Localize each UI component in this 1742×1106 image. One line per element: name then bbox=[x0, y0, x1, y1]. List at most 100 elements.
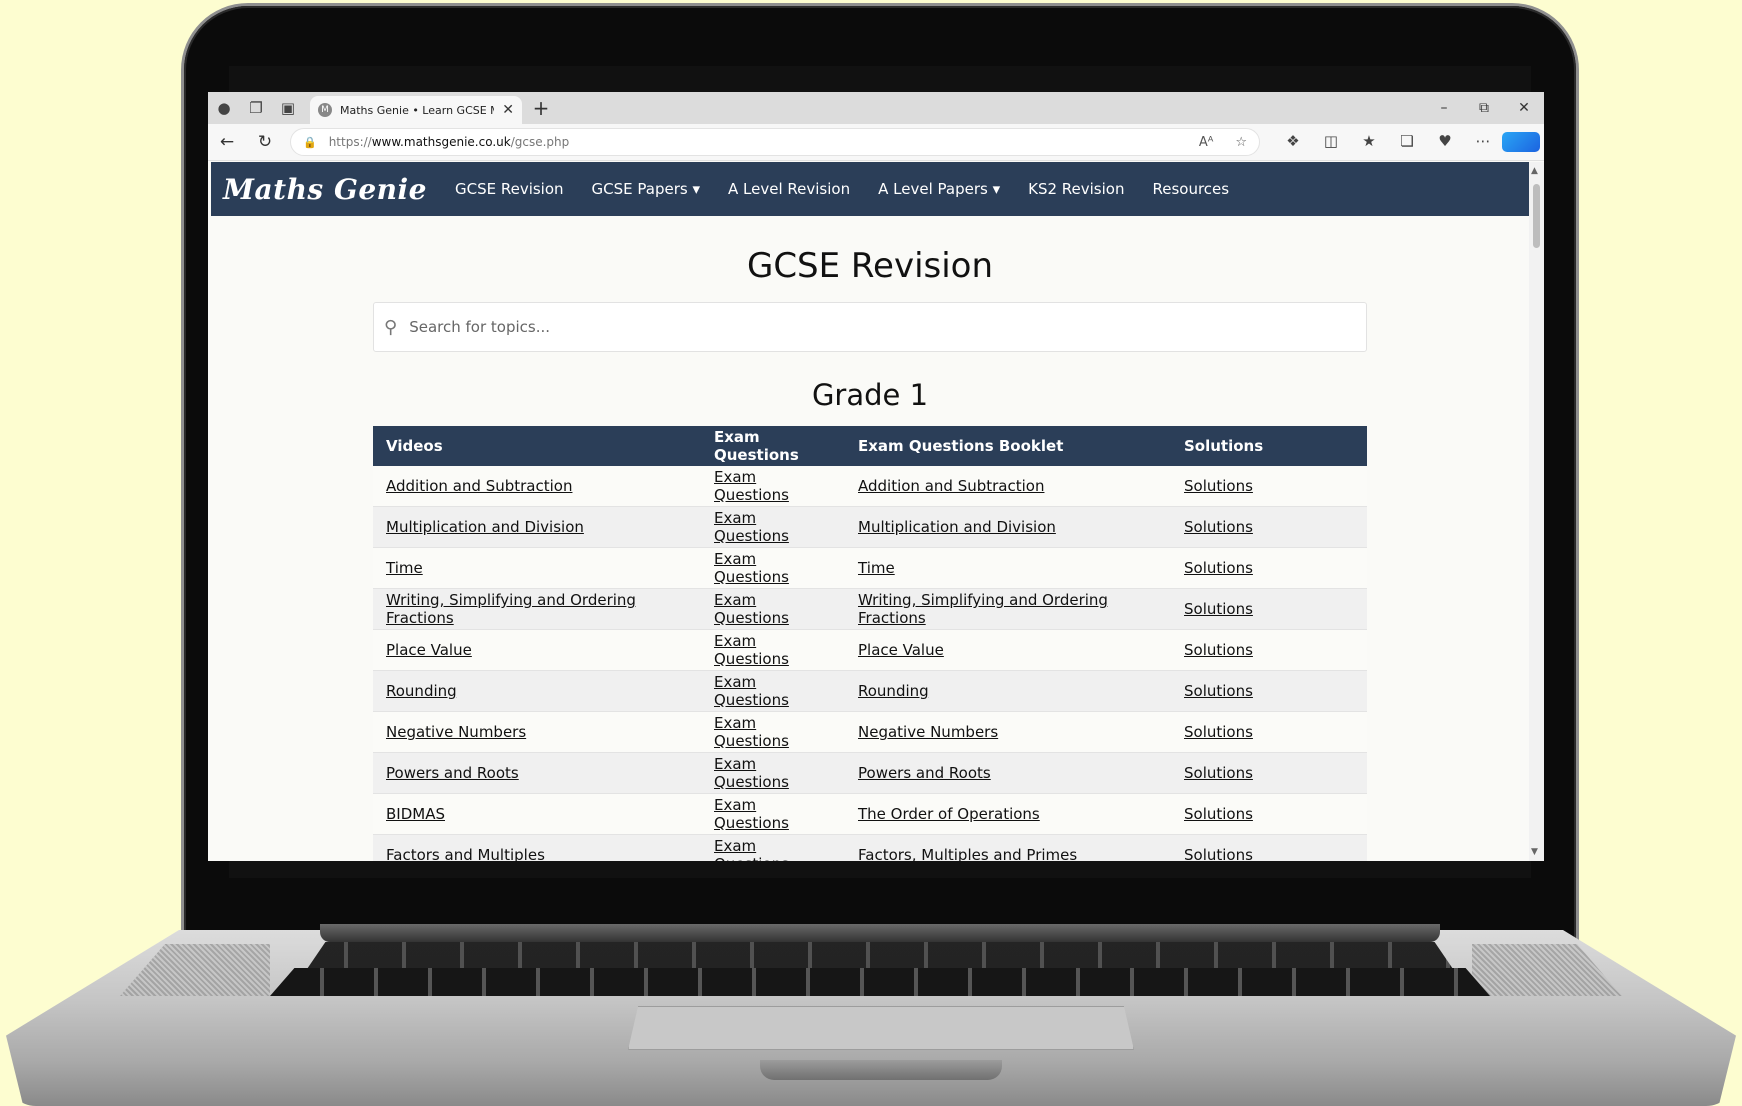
solutions-link[interactable]: Solutions bbox=[1184, 805, 1253, 823]
close-tab-icon[interactable]: ✕ bbox=[502, 102, 514, 118]
table-cell: Solutions bbox=[1171, 793, 1367, 835]
booklet-link[interactable]: Place Value bbox=[858, 641, 944, 659]
favorites-icon[interactable]: ★ bbox=[1350, 132, 1388, 152]
booklet-link[interactable]: Addition and Subtraction bbox=[858, 477, 1044, 495]
back-icon[interactable]: ← bbox=[208, 132, 246, 152]
nav-gcse-papers[interactable]: GCSE Papers ▾ bbox=[592, 180, 700, 198]
exam-questions-link[interactable]: Exam Questions bbox=[714, 468, 789, 504]
exam-questions-link[interactable]: Exam Questions bbox=[714, 509, 789, 545]
split-screen-icon[interactable]: ◫ bbox=[1312, 132, 1350, 152]
solutions-link[interactable]: Solutions bbox=[1184, 764, 1253, 782]
read-aloud-icon[interactable]: Aᴬ bbox=[1199, 135, 1214, 150]
solutions-link[interactable]: Solutions bbox=[1184, 846, 1253, 861]
tab-bar: ● ❐ ▣ M Maths Genie • Learn GCSE Maths ✕… bbox=[208, 92, 1544, 124]
video-link[interactable]: Rounding bbox=[386, 682, 457, 700]
table-cell: Writing, Simplifying and Ordering Fracti… bbox=[373, 588, 701, 630]
video-link[interactable]: Writing, Simplifying and Ordering Fracti… bbox=[386, 591, 636, 627]
table-row: Factors and Multiples Exam Questions Facto… bbox=[373, 834, 1367, 861]
table-cell: Multiplication and Division bbox=[373, 506, 701, 548]
browser-essentials-icon[interactable]: ♥ bbox=[1426, 132, 1464, 152]
topic-search: ⚲ bbox=[373, 302, 1367, 352]
lock-icon[interactable]: 🔒 bbox=[303, 136, 317, 149]
minimize-icon[interactable]: – bbox=[1424, 92, 1464, 124]
table-cell: Powers and Roots bbox=[845, 752, 1171, 794]
solutions-link[interactable]: Solutions bbox=[1184, 723, 1253, 741]
scroll-thumb[interactable] bbox=[1533, 184, 1540, 248]
table-cell: Exam Questions bbox=[701, 711, 845, 753]
table-cell: Factors, Multiples and Primes bbox=[845, 834, 1171, 861]
new-tab-icon[interactable]: + bbox=[526, 96, 556, 120]
solutions-link[interactable]: Solutions bbox=[1184, 682, 1253, 700]
video-link[interactable]: Multiplication and Division bbox=[386, 518, 584, 536]
exam-questions-link[interactable]: Exam Questions bbox=[714, 714, 789, 750]
column-header-videos: Videos bbox=[373, 426, 701, 466]
video-link[interactable]: Place Value bbox=[386, 641, 472, 659]
scroll-up-icon[interactable]: ▲ bbox=[1531, 166, 1538, 176]
booklet-link[interactable]: Multiplication and Division bbox=[858, 518, 1056, 536]
profile-icon[interactable]: ● bbox=[208, 92, 240, 124]
more-menu-icon[interactable]: ⋯ bbox=[1464, 132, 1502, 152]
table-cell: Solutions bbox=[1171, 629, 1367, 671]
table-row: Powers and Roots Exam Questions Powers and… bbox=[373, 752, 1367, 794]
table-cell: Place Value bbox=[845, 629, 1171, 671]
exam-questions-link[interactable]: Exam Questions bbox=[714, 632, 789, 668]
collections-icon[interactable]: ❏ bbox=[1388, 132, 1426, 152]
exam-questions-link[interactable]: Exam Questions bbox=[714, 673, 789, 709]
booklet-link[interactable]: The Order of Operations bbox=[858, 805, 1040, 823]
solutions-link[interactable]: Solutions bbox=[1184, 600, 1253, 618]
video-link[interactable]: Powers and Roots bbox=[386, 764, 519, 782]
restore-icon[interactable]: ⧉ bbox=[1464, 92, 1504, 124]
nav-resources[interactable]: Resources bbox=[1152, 180, 1229, 198]
table-cell: Negative Numbers bbox=[845, 711, 1171, 753]
nav-a-level-revision[interactable]: A Level Revision bbox=[728, 180, 850, 198]
table-cell: Negative Numbers bbox=[373, 711, 701, 753]
booklet-link[interactable]: Factors, Multiples and Primes bbox=[858, 846, 1077, 861]
table-cell: Exam Questions bbox=[701, 506, 845, 548]
nav-gcse-revision[interactable]: GCSE Revision bbox=[455, 180, 564, 198]
extensions-icon[interactable]: ❖ bbox=[1274, 132, 1312, 152]
exam-questions-link[interactable]: Exam Questions bbox=[714, 591, 789, 627]
exam-questions-link[interactable]: Exam Questions bbox=[714, 837, 789, 861]
site-logo[interactable]: Maths Genie bbox=[223, 173, 427, 206]
table-cell: Time bbox=[845, 547, 1171, 589]
nav-a-level-papers[interactable]: A Level Papers ▾ bbox=[878, 180, 1000, 198]
scroll-down-icon[interactable]: ▼ bbox=[1531, 847, 1538, 857]
video-link[interactable]: Addition and Subtraction bbox=[386, 477, 572, 495]
exam-questions-link[interactable]: Exam Questions bbox=[714, 755, 789, 791]
booklet-link[interactable]: Powers and Roots bbox=[858, 764, 991, 782]
solutions-link[interactable]: Solutions bbox=[1184, 559, 1253, 577]
solutions-link[interactable]: Solutions bbox=[1184, 641, 1253, 659]
copilot-icon[interactable] bbox=[1502, 132, 1540, 152]
table-row: Addition and Subtraction Exam Questions Ad… bbox=[373, 466, 1367, 507]
close-window-icon[interactable]: ✕ bbox=[1504, 92, 1544, 124]
nav-ks2-revision[interactable]: KS2 Revision bbox=[1028, 180, 1124, 198]
reload-icon[interactable]: ↻ bbox=[246, 132, 284, 152]
table-cell: Exam Questions bbox=[701, 752, 845, 794]
workspaces-icon[interactable]: ❐ bbox=[240, 92, 272, 124]
vertical-scrollbar[interactable]: ▲ ▼ bbox=[1529, 162, 1544, 861]
favorite-star-icon[interactable]: ☆ bbox=[1235, 135, 1247, 150]
booklet-link[interactable]: Writing, Simplifying and Ordering Fracti… bbox=[858, 591, 1108, 627]
exam-questions-link[interactable]: Exam Questions bbox=[714, 550, 789, 586]
search-icon: ⚲ bbox=[384, 316, 398, 338]
table-header-row: Videos Exam Questions Exam Questions Boo… bbox=[373, 426, 1367, 466]
solutions-link[interactable]: Solutions bbox=[1184, 477, 1253, 495]
table-cell: BIDMAS bbox=[373, 793, 701, 835]
column-header-solutions: Solutions bbox=[1171, 426, 1367, 466]
video-link[interactable]: Time bbox=[386, 559, 423, 577]
table-cell: Exam Questions bbox=[701, 588, 845, 630]
booklet-link[interactable]: Negative Numbers bbox=[858, 723, 998, 741]
table-cell: Exam Questions bbox=[701, 670, 845, 712]
video-link[interactable]: Factors and Multiples bbox=[386, 846, 545, 861]
solutions-link[interactable]: Solutions bbox=[1184, 518, 1253, 536]
booklet-link[interactable]: Time bbox=[858, 559, 895, 577]
search-input[interactable] bbox=[407, 317, 1366, 337]
tab-actions-icon[interactable]: ▣ bbox=[272, 92, 304, 124]
video-link[interactable]: Negative Numbers bbox=[386, 723, 526, 741]
url-field[interactable]: 🔒 https://www.mathsgenie.co.uk/gcse.php … bbox=[290, 128, 1260, 156]
toolbar-icons: ❖ ◫ ★ ❏ ♥ ⋯ bbox=[1274, 132, 1540, 152]
video-link[interactable]: BIDMAS bbox=[386, 805, 445, 823]
booklet-link[interactable]: Rounding bbox=[858, 682, 929, 700]
active-tab[interactable]: M Maths Genie • Learn GCSE Maths ✕ bbox=[310, 96, 522, 124]
exam-questions-link[interactable]: Exam Questions bbox=[714, 796, 789, 832]
